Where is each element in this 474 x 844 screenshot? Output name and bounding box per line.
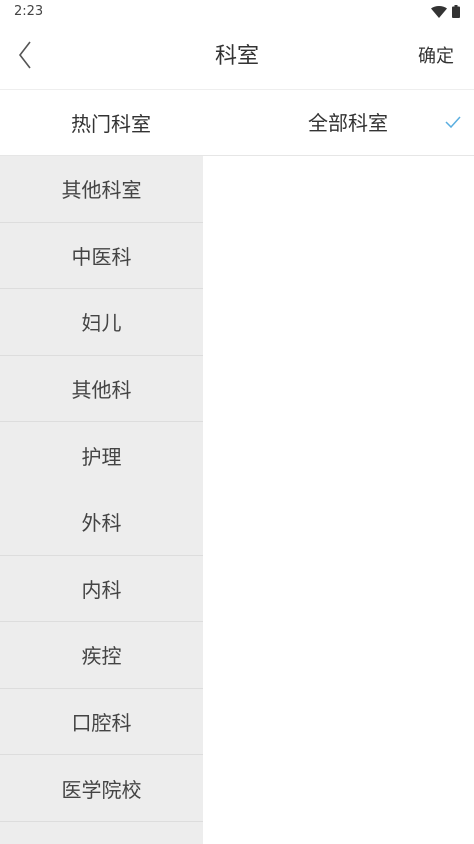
department-picker-screen: 2:23 科室 确定 热门科室 全部科室 其他科室 中医科 妇儿 其他科 护理 … <box>0 0 474 844</box>
title-bar: 科室 确定 <box>0 24 474 90</box>
battery-icon <box>452 3 460 22</box>
department-list: 其他科室 中医科 妇儿 其他科 护理 外科 内科 疾控 口腔科 医学院校 <box>0 156 203 844</box>
department-item-medical-school[interactable]: 医学院校 <box>0 755 203 822</box>
department-item-other-depts[interactable]: 其他科室 <box>0 156 203 223</box>
department-item-tcm[interactable]: 中医科 <box>0 223 203 290</box>
department-item-surgery[interactable]: 外科 <box>0 489 203 556</box>
department-item-other[interactable]: 其他科 <box>0 356 203 423</box>
tab-all-label: 全部科室 <box>308 111 388 135</box>
page-title: 科室 <box>214 44 259 69</box>
status-time: 2:23 <box>14 4 44 19</box>
sub-department-panel <box>203 156 474 844</box>
chevron-left-icon <box>17 40 33 74</box>
department-tabs: 热门科室 全部科室 <box>0 90 474 156</box>
department-item-cdc[interactable]: 疾控 <box>0 622 203 689</box>
check-icon <box>444 114 462 130</box>
department-item-internal[interactable]: 内科 <box>0 556 203 623</box>
confirm-button[interactable]: 确定 <box>418 45 454 69</box>
back-button[interactable] <box>8 37 42 77</box>
status-icons <box>431 3 460 22</box>
tab-hot-departments[interactable]: 热门科室 <box>0 90 222 155</box>
status-bar: 2:23 <box>0 0 474 24</box>
wifi-icon <box>431 3 447 22</box>
department-item-nursing[interactable]: 护理 <box>0 422 203 489</box>
department-item-women-children[interactable]: 妇儿 <box>0 289 203 356</box>
tab-all-departments[interactable]: 全部科室 <box>222 90 474 155</box>
department-item-dental[interactable]: 口腔科 <box>0 689 203 756</box>
